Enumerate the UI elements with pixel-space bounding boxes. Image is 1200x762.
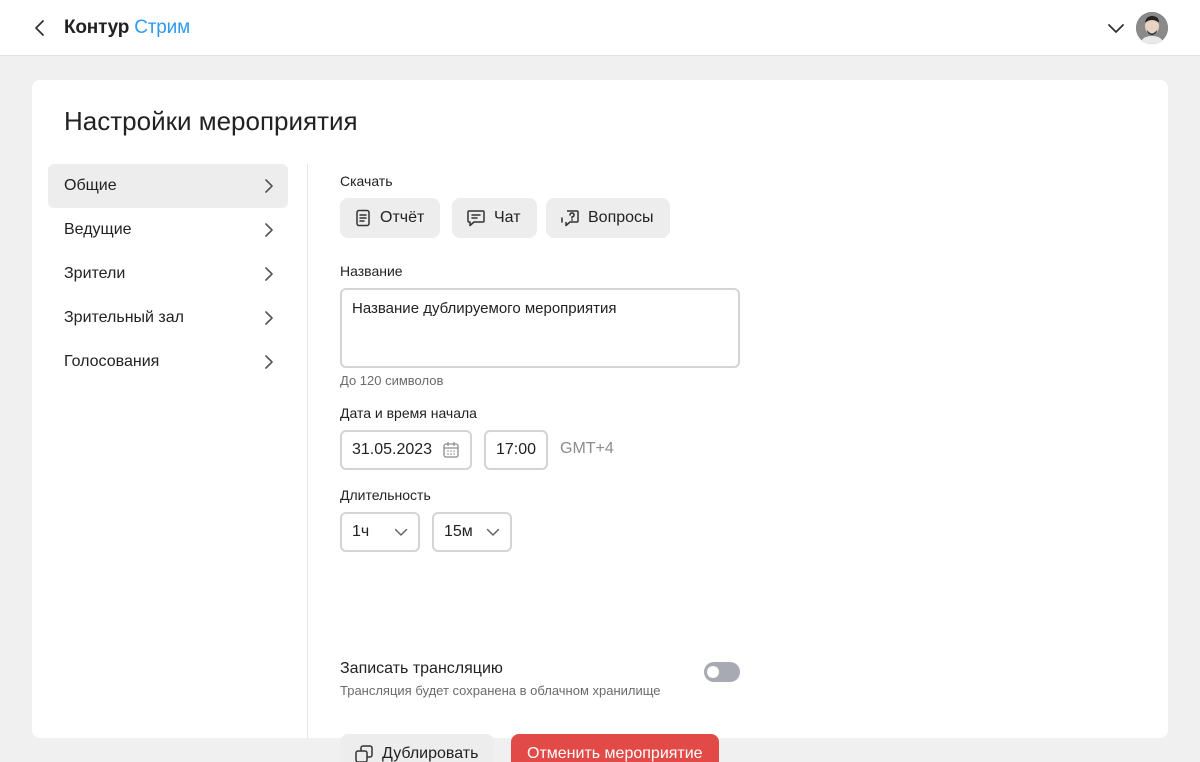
chevron-right-icon [262, 179, 276, 193]
timezone-label: GMT+4 [560, 440, 614, 457]
start-label: Дата и время начала [340, 405, 477, 421]
event-name-input[interactable]: Название дублируемого мероприятия [340, 288, 740, 368]
app-logo[interactable]: Контур Стрим [64, 17, 190, 39]
record-label: Записать трансляцию [340, 660, 503, 677]
sidebar-item-label: Общие [64, 177, 117, 194]
duration-hours-value: 1ч [352, 523, 370, 540]
chevron-right-icon [262, 223, 276, 237]
sidebar-item-hosts[interactable]: Ведущие [48, 208, 288, 252]
sidebar-item-polls[interactable]: Голосования [48, 340, 288, 384]
name-hint: До 120 символов [340, 373, 444, 388]
chevron-down-icon [486, 528, 500, 536]
chevron-right-icon [262, 355, 276, 369]
chevron-left-icon [35, 20, 44, 36]
duplicate-button[interactable]: Дублировать [340, 734, 495, 762]
sidebar-nav: Общие Ведущие Зрители Зрительный зал Гол… [48, 164, 288, 384]
document-icon [356, 209, 370, 227]
download-questions-label: Вопросы [588, 209, 654, 226]
calendar-icon [443, 441, 459, 458]
back-button[interactable] [28, 16, 52, 40]
account-menu-button[interactable] [1104, 16, 1128, 40]
duration-label: Длительность [340, 487, 431, 503]
avatar[interactable] [1136, 12, 1168, 44]
download-questions-button[interactable]: Вопросы [546, 198, 670, 238]
copy-icon [355, 745, 373, 762]
chevron-right-icon [262, 267, 276, 281]
sidebar-item-label: Зрители [64, 265, 126, 282]
sidebar-item-label: Голосования [64, 353, 160, 370]
duration-minutes-select[interactable]: 15м [432, 512, 512, 552]
date-value: 31.05.2023 [352, 441, 433, 458]
duration-hours-select[interactable]: 1ч [340, 512, 420, 552]
download-report-label: Отчёт [380, 209, 425, 226]
record-toggle[interactable] [704, 662, 740, 682]
chat-icon [467, 210, 485, 227]
sidebar-item-label: Зрительный зал [64, 309, 184, 326]
download-report-button[interactable]: Отчёт [340, 198, 441, 238]
sidebar-item-auditorium[interactable]: Зрительный зал [48, 296, 288, 340]
page-title: Настройки мероприятия [64, 106, 358, 136]
sidebar-item-general[interactable]: Общие [48, 164, 288, 208]
download-chat-label: Чат [494, 209, 521, 226]
record-hint: Трансляция будет сохранена в облачном хр… [340, 683, 661, 698]
download-chat-button[interactable]: Чат [452, 198, 537, 238]
chevron-down-icon [1108, 24, 1124, 33]
logo-brand: Контур [64, 17, 130, 38]
sidebar-item-viewers[interactable]: Зрители [48, 252, 288, 296]
logo-product: Стрим [134, 17, 190, 38]
vertical-divider [307, 164, 308, 738]
settings-card: Настройки мероприятия Общие Ведущие Зрит… [32, 80, 1168, 762]
toggle-knob [707, 666, 719, 678]
duplicate-label: Дублировать [382, 745, 479, 762]
date-input[interactable]: 31.05.2023 [340, 430, 472, 470]
download-label: Скачать [340, 173, 393, 189]
chevron-down-icon [394, 528, 408, 536]
chevron-right-icon [262, 311, 276, 325]
sidebar-item-label: Ведущие [64, 221, 132, 238]
time-input[interactable]: 17:00 [484, 430, 548, 470]
question-chat-icon [561, 210, 579, 227]
cancel-event-button[interactable]: Отменить мероприятие [511, 734, 719, 762]
duration-minutes-value: 15м [444, 523, 473, 540]
top-bar: Контур Стрим [0, 0, 1200, 56]
name-label: Название [340, 263, 403, 279]
